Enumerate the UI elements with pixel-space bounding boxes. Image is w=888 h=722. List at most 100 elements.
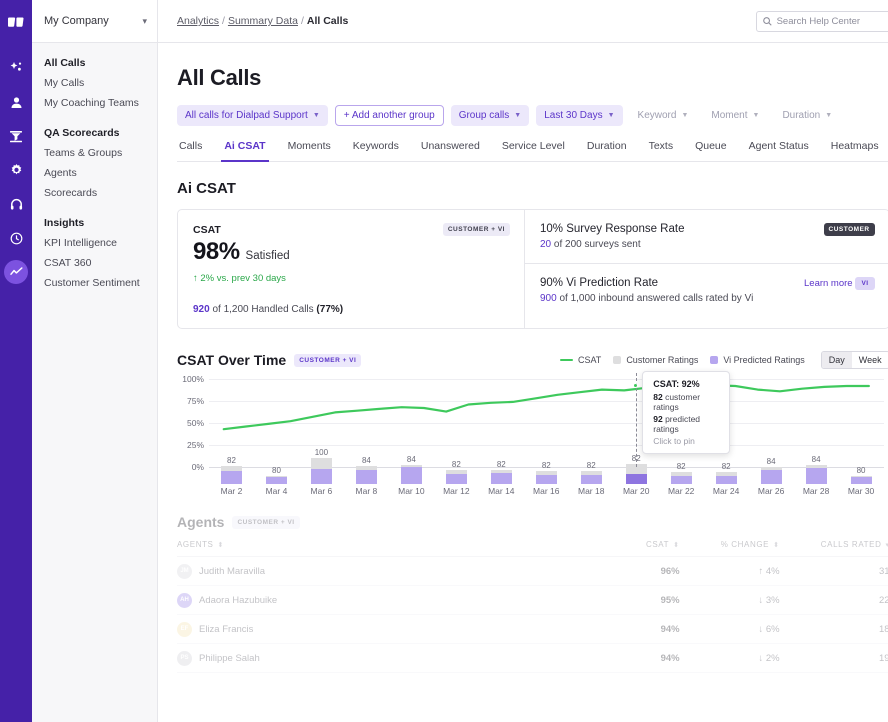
filter-moment[interactable]: Moment ▼: [703, 105, 767, 126]
y-tick-50: 50%: [186, 418, 204, 428]
learn-more-link[interactable]: Learn more: [804, 278, 853, 289]
table-row[interactable]: PS Philippe Salah 94% ↓ 2% 19: [177, 644, 888, 673]
filter-all-calls-group[interactable]: All calls for Dialpad Support ▼: [177, 105, 328, 126]
sidebar-item-my-coaching-teams[interactable]: My Coaching Teams: [44, 97, 157, 109]
table-row[interactable]: JM Judith Maravilla 96% ↑ 4% 31: [177, 557, 888, 586]
headset-icon[interactable]: [4, 192, 28, 216]
page-title: All Calls: [177, 65, 262, 90]
tab-service-level[interactable]: Service Level: [491, 140, 576, 161]
tab-duration[interactable]: Duration: [576, 140, 638, 161]
sidebar-item-kpi-intelligence[interactable]: KPI Intelligence: [44, 237, 157, 249]
granularity-week[interactable]: Week: [852, 352, 888, 368]
column-header-agents[interactable]: AGENTS ⬍: [177, 540, 590, 549]
tab-unanswered[interactable]: Unanswered: [410, 140, 491, 161]
tab-keywords[interactable]: Keywords: [342, 140, 410, 161]
sidebar-item-customer-sentiment[interactable]: Customer Sentiment: [44, 277, 157, 289]
kpi-value-suffix: Satisfied: [245, 250, 290, 262]
filter-keyword[interactable]: Keyword ▼: [630, 105, 697, 126]
bar-vi-predicted-ratings: [310, 469, 332, 484]
tab-moments[interactable]: Moments: [277, 140, 342, 161]
status-badge: CUSTOMER + VI: [442, 223, 510, 236]
sidebar-item-scorecards[interactable]: Scorecards: [44, 187, 157, 199]
legend-item-vi-predicted-ratings[interactable]: Vi Predicted Ratings: [710, 355, 805, 365]
nav-group-all-calls: All Calls My Calls My Coaching Teams: [44, 57, 157, 109]
bar-stack: [400, 465, 422, 484]
bar-vi-predicted-ratings: [760, 470, 782, 484]
filter-label: Moment: [711, 110, 748, 121]
sidebar-item-qa-scorecards[interactable]: QA Scorecards: [44, 127, 157, 139]
csat-over-time-chart: CSAT Over Time CUSTOMER + VI CSAT Custom…: [177, 351, 888, 496]
bar-vi-predicted-ratings: [400, 467, 422, 484]
chevron-down-icon: ▼: [312, 112, 320, 119]
table-row[interactable]: EF Eliza Francis 94% ↓ 6% 18: [177, 615, 888, 644]
tab-agent-status[interactable]: Agent Status: [738, 140, 820, 161]
granularity-day[interactable]: Day: [821, 352, 852, 368]
sidebar-item-insights[interactable]: Insights: [44, 217, 157, 229]
tab-texts[interactable]: Texts: [638, 140, 685, 161]
sidebar-item-my-calls[interactable]: My Calls: [44, 77, 157, 89]
breadcrumb-analytics[interactable]: Analytics: [177, 15, 219, 27]
breadcrumb-summary-data[interactable]: Summary Data: [228, 15, 298, 27]
kpi-footnote-pct: (77%): [316, 304, 344, 315]
person-icon[interactable]: [4, 90, 28, 114]
bar-stack: [580, 471, 602, 484]
x-tick-label: Mar 4: [265, 486, 288, 496]
bar-value-label: 80: [856, 466, 866, 475]
tooltip-header: CSAT: 92%: [653, 379, 700, 389]
filter-duration[interactable]: Duration ▼: [774, 105, 840, 126]
x-tick-label: Mar 12: [443, 486, 470, 496]
kpi-subtitle: 20 of 200 surveys sent: [540, 239, 874, 250]
filter-group-calls[interactable]: Group calls ▼: [450, 105, 530, 126]
search-help-center[interactable]: Search Help Center: [755, 10, 888, 32]
column-header-change[interactable]: % CHANGE ⬍: [680, 540, 780, 549]
legend-item-customer-ratings[interactable]: Customer Ratings: [613, 355, 698, 365]
legend-item-csat[interactable]: CSAT: [559, 355, 602, 365]
meetings-icon[interactable]: [4, 124, 28, 148]
analytics-trend-icon[interactable]: [4, 260, 28, 284]
column-header-csat[interactable]: CSAT ⬍: [590, 540, 680, 549]
agent-name: Judith Maravilla: [199, 565, 265, 577]
ai-sparkle-icon[interactable]: [4, 56, 28, 80]
bar-stack: [715, 472, 737, 484]
legend-label: CSAT: [577, 355, 602, 365]
bar-stack: [490, 470, 512, 484]
clock-icon[interactable]: [4, 226, 28, 250]
agent-calls-rated: 19: [879, 652, 888, 664]
search-input-placeholder: Search Help Center: [776, 15, 861, 27]
add-another-group-button[interactable]: + Add another group: [334, 105, 444, 126]
agent-change: ↑ 4%: [758, 565, 780, 577]
dialpad-logo-icon[interactable]: [5, 12, 27, 34]
x-axis-labels: Mar 2 Mar 4 Mar 6 Mar 8 Mar 10 Mar 12 Mar 14 Ma…: [209, 486, 884, 496]
sidebar-item-csat-360[interactable]: CSAT 360: [44, 257, 157, 269]
gear-icon[interactable]: [4, 158, 28, 182]
table-row[interactable]: AH Adaora Hazubuike 95% ↓ 3% 22: [177, 586, 888, 615]
bar-vi-predicted-ratings: [580, 475, 602, 484]
legend-swatch: [613, 356, 622, 364]
kpi-delta: ↑ 2% vs. prev 30 days: [193, 273, 286, 284]
chevron-down-icon: ▼: [752, 112, 760, 119]
tab-ai-csat[interactable]: Ai CSAT: [213, 140, 276, 162]
x-tick-label: Mar 20: [622, 486, 650, 496]
tab-calls[interactable]: Calls: [177, 140, 213, 161]
y-tick-25: 25%: [186, 440, 204, 450]
column-label: CALLS RATED: [820, 540, 882, 549]
sidebar-item-all-calls[interactable]: All Calls: [44, 57, 157, 69]
sidebar-item-agents[interactable]: Agents: [44, 167, 157, 179]
agent-cell: EF Eliza Francis: [177, 621, 590, 637]
sidebar-item-teams-groups[interactable]: Teams & Groups: [44, 147, 157, 159]
tab-heatmaps[interactable]: Heatmaps: [820, 140, 888, 161]
kpi-footnote-mid: of 1,200 Handled Calls: [209, 304, 317, 315]
agent-name: Eliza Francis: [199, 623, 254, 635]
filter-date-range[interactable]: Last 30 Days ▼: [536, 105, 623, 126]
column-header-calls-rated[interactable]: CALLS RATED ▾: [780, 540, 888, 549]
company-switcher[interactable]: My Company ▾: [32, 0, 157, 43]
legend-label: Customer Ratings: [626, 355, 699, 365]
kpi-footnote-count: 920: [193, 304, 210, 315]
bar-vi-predicted-ratings: [850, 477, 872, 484]
tab-queue[interactable]: Queue: [684, 140, 738, 161]
x-tick-label: Mar 26: [757, 486, 785, 496]
chart-tooltip[interactable]: CSAT: 92% 82 customer ratings 92 predict…: [642, 371, 731, 454]
bar-stack: [355, 466, 377, 484]
chevron-down-icon[interactable]: ▾: [142, 16, 147, 27]
